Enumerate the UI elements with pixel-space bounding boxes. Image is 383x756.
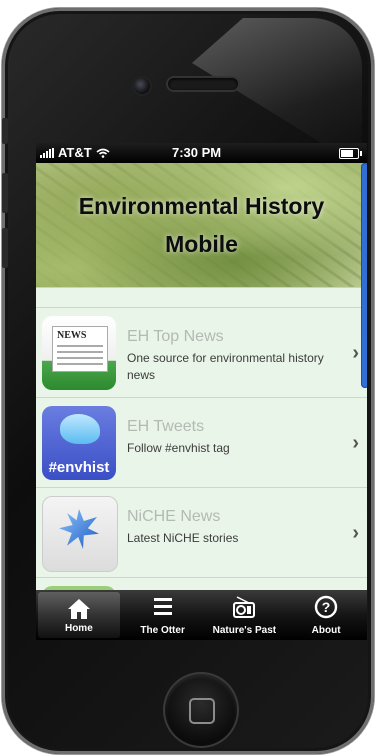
front-camera xyxy=(134,78,150,94)
wifi-icon xyxy=(96,148,110,158)
list-spacer xyxy=(36,288,367,308)
app-screen: AT&T 7:30 PM Environmental History Mobil… xyxy=(36,143,367,640)
radio-icon xyxy=(233,596,256,618)
newspaper-icon: NEWS xyxy=(42,316,116,390)
item-subtitle: One source for environmental history new… xyxy=(127,351,324,382)
list-item-eh-tweets[interactable]: #envhist EH Tweets Follow #envhist tag › xyxy=(36,398,367,488)
tab-the-otter[interactable]: The Otter xyxy=(122,590,204,640)
volume-up-button xyxy=(2,173,8,213)
battery-icon xyxy=(339,148,362,159)
item-subtitle: Follow #envhist tag xyxy=(127,441,230,455)
volume-down-button xyxy=(2,228,8,268)
news-thumb-label: NEWS xyxy=(57,330,87,341)
tab-label: Home xyxy=(64,623,93,634)
banner-title-line1: Environmental History xyxy=(78,193,325,219)
signal-icon xyxy=(40,147,54,158)
home-square-icon xyxy=(189,698,215,724)
app-banner: Environmental History Mobile xyxy=(36,163,367,288)
chevron-right-icon: › xyxy=(352,522,359,544)
chevron-right-icon: › xyxy=(352,432,359,454)
tab-home[interactable]: Home xyxy=(38,592,120,638)
svg-text:?: ? xyxy=(322,599,331,615)
item-title: EH Top News xyxy=(127,328,224,345)
carrier-label: AT&T xyxy=(58,145,92,160)
vertical-scrollbar[interactable] xyxy=(361,163,367,388)
feed-list: NEWS EH Top News One source for environm… xyxy=(36,288,367,640)
item-title: NiCHE News xyxy=(127,508,221,525)
status-bar: AT&T 7:30 PM xyxy=(36,143,367,163)
tweets-thumb-label: #envhist xyxy=(48,459,110,476)
tab-label: The Otter xyxy=(140,625,185,636)
list-item-eh-top-news[interactable]: NEWS EH Top News One source for environm… xyxy=(36,308,367,398)
carrier-group: AT&T xyxy=(40,145,110,160)
list-icon xyxy=(153,598,172,615)
tab-about[interactable]: ? About xyxy=(285,590,367,640)
banner-title-line2: Mobile xyxy=(165,231,238,257)
list-item-niche-news[interactable]: NiCHE News Latest NiCHE stories › xyxy=(36,488,367,578)
tab-label: Nature's Past xyxy=(212,625,277,636)
home-icon xyxy=(67,599,90,619)
tab-bar: Home The Otter Nature's Past ? About xyxy=(36,590,367,640)
twitter-bird-icon: #envhist xyxy=(42,406,116,480)
tab-natures-past[interactable]: Nature's Past xyxy=(204,590,286,640)
help-icon: ? xyxy=(314,595,338,619)
maple-leaf-icon xyxy=(42,496,118,572)
earpiece-speaker xyxy=(168,78,238,90)
item-title: EH Tweets xyxy=(127,418,205,435)
chevron-right-icon: › xyxy=(352,342,359,364)
item-subtitle: Latest NiCHE stories xyxy=(127,531,239,545)
status-time: 7:30 PM xyxy=(172,145,222,160)
tab-label: About xyxy=(311,625,341,636)
hardware-home-button[interactable] xyxy=(165,674,237,746)
mute-switch xyxy=(2,118,8,144)
